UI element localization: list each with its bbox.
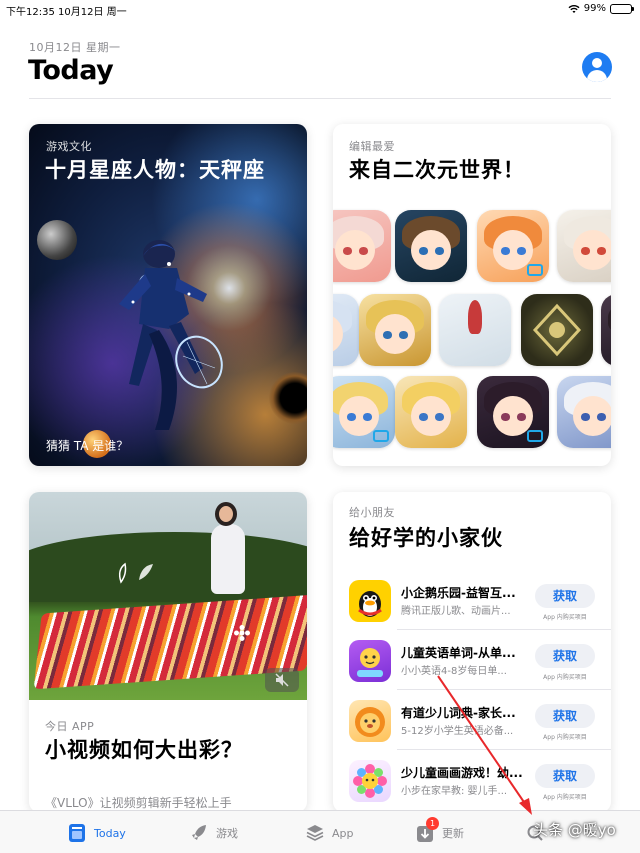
app-list-item[interactable]: 小企鹅乐园-益智互... 腾讯正版儿歌、动画片... 获取 App 内购买项目 xyxy=(347,572,611,630)
card-title: 给好学的小家伙 xyxy=(349,526,503,550)
app-name: 小企鹅乐园-益智互... xyxy=(401,586,516,600)
picnic-photo xyxy=(29,492,307,700)
row-divider xyxy=(397,689,611,690)
tab-games[interactable]: 游戏 xyxy=(190,819,238,847)
app-subtitle: 5-12岁小学生英语必备... xyxy=(401,726,514,737)
tab-apps[interactable]: App xyxy=(306,819,354,847)
app-list-item[interactable]: 有道少儿词典-家长... 5-12岁小学生英语必备... 获取 App 内购买项… xyxy=(347,692,611,750)
tree-hill xyxy=(29,532,307,602)
card-title: 小视频如何大出彩？ xyxy=(45,738,243,762)
game-app-icon[interactable] xyxy=(521,294,593,366)
emblem-icon xyxy=(532,303,582,357)
game-app-icon[interactable] xyxy=(557,376,611,448)
mute-button[interactable] xyxy=(265,668,299,692)
sunflower-icon xyxy=(349,760,391,802)
tab-label: App xyxy=(332,826,354,840)
game-app-icon[interactable] xyxy=(395,376,467,448)
row-divider xyxy=(397,629,611,630)
card-title: 十月星座人物：天秤座 xyxy=(45,158,265,182)
game-app-icon[interactable] xyxy=(333,294,359,366)
battery-percent: 99% xyxy=(583,3,606,14)
app-name: 有道少儿词典-家长... xyxy=(401,706,516,720)
card-star-sign[interactable]: 游戏文化 十月星座人物：天秤座 猜猜 TA 是谁？ xyxy=(29,124,307,466)
today-icon xyxy=(69,824,85,842)
wifi-icon xyxy=(568,4,580,13)
app-list-item[interactable]: 儿童英语单词-从单... 小小英语4-8岁每日单... 获取 App 内购买项目 xyxy=(347,632,611,690)
in-app-purchase-note: App 内购买项目 xyxy=(543,734,587,741)
tab-label: 更新 xyxy=(442,827,464,840)
bilibili-icon xyxy=(373,430,389,442)
game-icon-grid xyxy=(333,210,611,466)
header-divider xyxy=(29,98,611,99)
tab-label: Today xyxy=(94,826,126,840)
get-button[interactable]: 获取 xyxy=(535,584,595,608)
avatar-head xyxy=(592,58,602,68)
page-title: Today xyxy=(28,55,114,86)
game-app-icon[interactable] xyxy=(557,210,611,282)
account-avatar-icon[interactable] xyxy=(582,52,612,82)
game-app-icon[interactable] xyxy=(439,294,511,366)
card-title: 来自二次元世界！ xyxy=(349,158,525,182)
in-app-purchase-note: App 内购买项目 xyxy=(543,794,587,801)
status-bar: 下午12:35 10月12日 周一 99% xyxy=(0,0,640,18)
game-app-icon[interactable] xyxy=(395,210,467,282)
card-description: 《VLLO》让视频剪辑新手轻松上手 xyxy=(45,796,232,810)
layers-icon xyxy=(306,825,324,841)
game-app-icon[interactable] xyxy=(333,376,395,448)
in-app-purchase-note: App 内购买项目 xyxy=(543,614,587,621)
app-subtitle: 小小英语4-8岁每日单... xyxy=(401,666,507,677)
leaf-doodle-icon xyxy=(118,562,153,584)
update-count-badge: 1 xyxy=(426,817,439,830)
watermark: 头条 @暖yo xyxy=(533,821,616,839)
status-right: 99% xyxy=(568,3,634,14)
woman-figure xyxy=(211,524,245,594)
download-icon-wrapper: 1 xyxy=(416,817,439,843)
tab-label: 游戏 xyxy=(216,827,238,840)
flower-doodle-icon xyxy=(234,625,250,641)
tab-today[interactable]: Today xyxy=(68,819,126,847)
app-subtitle: 小步在家早教: 婴儿手... xyxy=(401,786,508,797)
card-eyebrow: 给小朋友 xyxy=(349,506,395,519)
card-eyebrow: 编辑最爱 xyxy=(349,140,395,153)
card-anime-world[interactable]: 编辑最爱 来自二次元世界！ xyxy=(333,124,611,466)
speaker-muted-icon xyxy=(275,673,289,687)
in-app-purchase-note: App 内购买项目 xyxy=(543,674,587,681)
tennis-player-illustration xyxy=(119,240,223,430)
app-name: 儿童英语单词-从单... xyxy=(401,646,516,660)
row-divider xyxy=(397,749,611,750)
woman-face xyxy=(219,506,233,522)
game-app-icon[interactable] xyxy=(333,210,391,282)
game-app-icon[interactable] xyxy=(477,210,549,282)
avatar-body xyxy=(587,70,607,82)
penguin-icon xyxy=(349,580,391,622)
app-name: 少儿童画画游戏！幼... xyxy=(401,766,523,780)
get-button[interactable]: 获取 xyxy=(535,704,595,728)
tab-updates[interactable]: 1 更新 xyxy=(416,817,464,847)
get-button[interactable]: 获取 xyxy=(535,644,595,668)
black-hole xyxy=(269,372,307,424)
bilibili-icon xyxy=(527,430,543,442)
status-time-date: 下午12:35 10月12日 周一 xyxy=(6,7,127,18)
card-kids-apps[interactable]: 给小朋友 给好学的小家伙 小企鹅乐园-益智互... 腾讯正版儿歌、动画片... … xyxy=(333,492,611,812)
card-caption: 猜猜 TA 是谁？ xyxy=(46,439,129,453)
rocket-icon xyxy=(192,825,206,840)
game-app-icon[interactable] xyxy=(359,294,431,366)
card-video-app[interactable]: 今日 APP 小视频如何大出彩？ 《VLLO》让视频剪辑新手轻松上手 xyxy=(29,492,307,812)
card-eyebrow: 今日 APP xyxy=(45,720,95,733)
get-button[interactable]: 获取 xyxy=(535,764,595,788)
battery-icon xyxy=(610,3,634,14)
header-date: 10月12日 星期一 xyxy=(29,41,121,54)
game-app-icon[interactable] xyxy=(477,376,549,448)
app-list-item[interactable]: 少儿童画画游戏！幼... 小步在家早教: 婴儿手... 获取 App 内购买项目 xyxy=(347,752,597,810)
lion-icon xyxy=(349,700,391,742)
app-subtitle: 腾讯正版儿歌、动画片... xyxy=(401,606,511,617)
moon-planet xyxy=(37,220,77,260)
card-eyebrow: 游戏文化 xyxy=(46,140,92,153)
game-app-icon[interactable] xyxy=(601,294,611,366)
reading-icon xyxy=(349,640,391,682)
bilibili-icon xyxy=(527,264,543,276)
